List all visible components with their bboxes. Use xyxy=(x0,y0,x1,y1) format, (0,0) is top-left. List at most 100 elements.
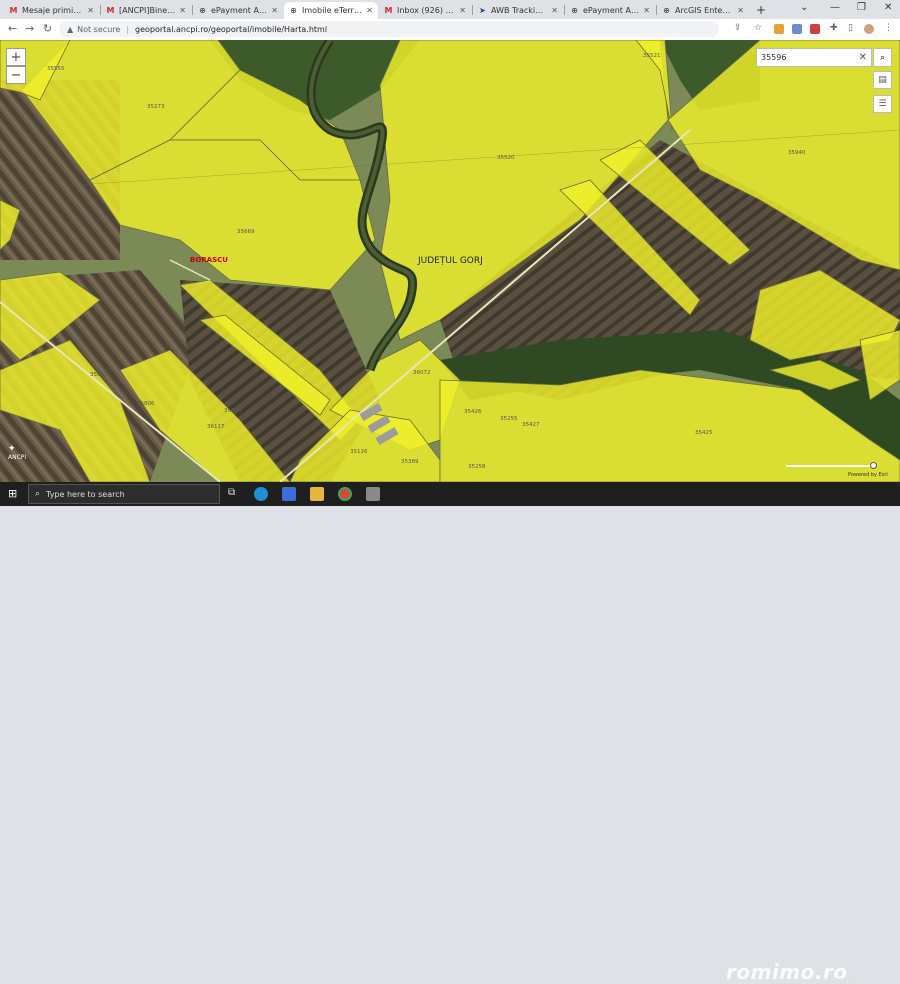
menu-icon[interactable]: ⋮ xyxy=(884,23,893,33)
parcel-label: 35669 xyxy=(237,229,255,235)
globe-icon: ⊕ xyxy=(663,6,670,15)
parcel-search-input[interactable]: 35596 ✕ xyxy=(756,48,872,67)
file-explorer-icon[interactable] xyxy=(310,487,324,501)
locality-label: BORASCU xyxy=(190,256,228,264)
extension-icon[interactable] xyxy=(792,24,802,34)
parcel-label: 35427 xyxy=(522,422,540,428)
taskbar-search-input[interactable]: ⌕ Type here to search xyxy=(28,484,220,504)
chrome-icon[interactable] xyxy=(338,487,352,501)
close-window-icon[interactable]: ✕ xyxy=(884,2,892,13)
ancpi-logo: ✦ ANCPI xyxy=(8,444,26,461)
task-view-icon[interactable]: ⧉ xyxy=(228,487,235,498)
parcel-label: 35255 xyxy=(500,416,518,422)
map-viewport[interactable]: 35555 35273 35521 35520 35940 35669 3585… xyxy=(0,40,900,482)
search-placeholder: Type here to search xyxy=(46,489,125,499)
parcel-label: 35426 xyxy=(464,409,482,415)
zoom-in-button[interactable]: + xyxy=(6,48,26,66)
app-icon[interactable] xyxy=(366,487,380,501)
tab-title: ePayment ANCPI xyxy=(583,6,639,15)
layers-icon: ▤ xyxy=(878,75,887,85)
gmail-icon: M xyxy=(106,6,115,15)
close-icon[interactable]: ✕ xyxy=(459,6,466,15)
parcel-label: 35258 xyxy=(468,464,486,470)
browser-toolbar: ← → ↻ ▲ Not secure | geoportal.ancpi.ro/… xyxy=(0,19,900,41)
avatar[interactable] xyxy=(864,24,874,34)
extension-icon[interactable] xyxy=(810,24,820,34)
tab-2[interactable]: M [ANCPI]Bine ați ve ✕ xyxy=(101,2,191,19)
globe-icon: ⊕ xyxy=(199,6,206,15)
parcel-label: 35521 xyxy=(643,53,661,59)
star-icon[interactable]: ☆ xyxy=(754,23,762,33)
forward-icon[interactable]: → xyxy=(25,22,34,35)
tab-search-icon[interactable]: ⌄ xyxy=(800,2,808,13)
tab-6[interactable]: ➤ AWB Tracking - FA ✕ xyxy=(473,2,563,19)
parcel-label: 35389 xyxy=(401,459,419,465)
warning-icon[interactable]: ▲ xyxy=(67,25,73,34)
clear-icon[interactable]: ✕ xyxy=(859,52,867,63)
edge-icon[interactable] xyxy=(254,487,268,501)
parcel-label: 35857 xyxy=(90,372,108,378)
tab-title: Mesaje primite (9 8 xyxy=(22,6,83,15)
slider-handle[interactable] xyxy=(870,462,877,469)
logo-icon: ✦ xyxy=(8,444,16,454)
awb-icon: ➤ xyxy=(479,6,486,15)
close-icon[interactable]: ✕ xyxy=(737,6,744,15)
parcel-label: 35516 xyxy=(224,408,242,414)
tab-8[interactable]: ⊕ ArcGIS Enterprise ✕ xyxy=(657,2,749,19)
divider: | xyxy=(126,24,130,34)
tab-title: ePayment ANCPI xyxy=(211,6,267,15)
url-text: geoportal.ancpi.ro/geoportal/imobile/Har… xyxy=(135,24,328,34)
close-icon[interactable]: ✕ xyxy=(271,6,278,15)
basemap-button[interactable]: ▤ xyxy=(873,71,892,89)
share-icon[interactable]: ⇪ xyxy=(734,23,742,33)
parcel-label: 35273 xyxy=(147,104,165,110)
parcel-label: 35555 xyxy=(47,66,65,72)
address-bar[interactable]: ▲ Not secure | geoportal.ancpi.ro/geopor… xyxy=(59,21,719,37)
parcel-label: 35425 xyxy=(695,430,713,436)
legend-button[interactable]: ☰ xyxy=(873,95,892,113)
parcel-label: 35940 xyxy=(788,150,806,156)
parcel-label: 36117 xyxy=(207,424,225,430)
transparency-slider[interactable] xyxy=(786,462,877,469)
reload-icon[interactable]: ↻ xyxy=(43,22,52,35)
tab-5[interactable]: M Inbox (926) - robe ✕ xyxy=(379,2,471,19)
minimize-icon[interactable]: — xyxy=(830,2,840,13)
sidebar-icon[interactable]: ▯ xyxy=(848,23,853,33)
search-icon: ⌕ xyxy=(35,489,41,499)
extension-icon[interactable] xyxy=(774,24,784,34)
tab-3[interactable]: ⊕ ePayment ANCPI ✕ xyxy=(193,2,283,19)
close-icon[interactable]: ✕ xyxy=(643,6,650,15)
parcel-label: 35520 xyxy=(497,155,515,161)
close-icon[interactable]: ✕ xyxy=(179,6,186,15)
search-icon: ⌕ xyxy=(879,52,886,63)
close-icon[interactable]: ✕ xyxy=(366,6,373,15)
tab-title: [ANCPI]Bine ați ve xyxy=(119,6,175,15)
close-icon[interactable]: ✕ xyxy=(87,6,94,15)
gmail-icon: M xyxy=(384,6,393,15)
list-icon: ☰ xyxy=(878,99,887,109)
puzzle-icon[interactable]: ✚ xyxy=(830,23,838,33)
tab-title: Inbox (926) - robe xyxy=(397,6,455,15)
maximize-icon[interactable]: ❐ xyxy=(857,2,866,13)
close-icon[interactable]: ✕ xyxy=(551,6,558,15)
store-icon[interactable] xyxy=(282,487,296,501)
parcel-label: 35806 xyxy=(137,401,155,407)
search-button[interactable]: ⌕ xyxy=(873,48,892,67)
zoom-out-button[interactable]: − xyxy=(6,66,26,84)
windows-start-icon[interactable]: ⊞ xyxy=(8,487,17,500)
parcel-label: 35126 xyxy=(350,449,368,455)
tab-title: ArcGIS Enterprise xyxy=(675,6,734,15)
tab-1[interactable]: M Mesaje primite (9 8 ✕ xyxy=(4,2,99,19)
globe-icon: ⊕ xyxy=(571,6,578,15)
parcel-label: 36072 xyxy=(413,370,431,376)
county-label: JUDEȚUL GORJ xyxy=(418,256,483,266)
date-text: 02-Nov-22 xyxy=(822,976,859,984)
tab-title: Imobile eTerra - P xyxy=(302,6,362,15)
back-icon[interactable]: ← xyxy=(8,22,17,35)
gmail-icon: M xyxy=(9,6,18,15)
browser-tab-strip: M Mesaje primite (9 8 ✕ M [ANCPI]Bine aț… xyxy=(0,0,900,19)
tab-7[interactable]: ⊕ ePayment ANCPI ✕ xyxy=(565,2,655,19)
tab-4-active[interactable]: ⊕ Imobile eTerra - P ✕ xyxy=(284,2,378,19)
new-tab-button[interactable]: + xyxy=(756,3,766,17)
security-status: Not secure xyxy=(77,24,121,34)
